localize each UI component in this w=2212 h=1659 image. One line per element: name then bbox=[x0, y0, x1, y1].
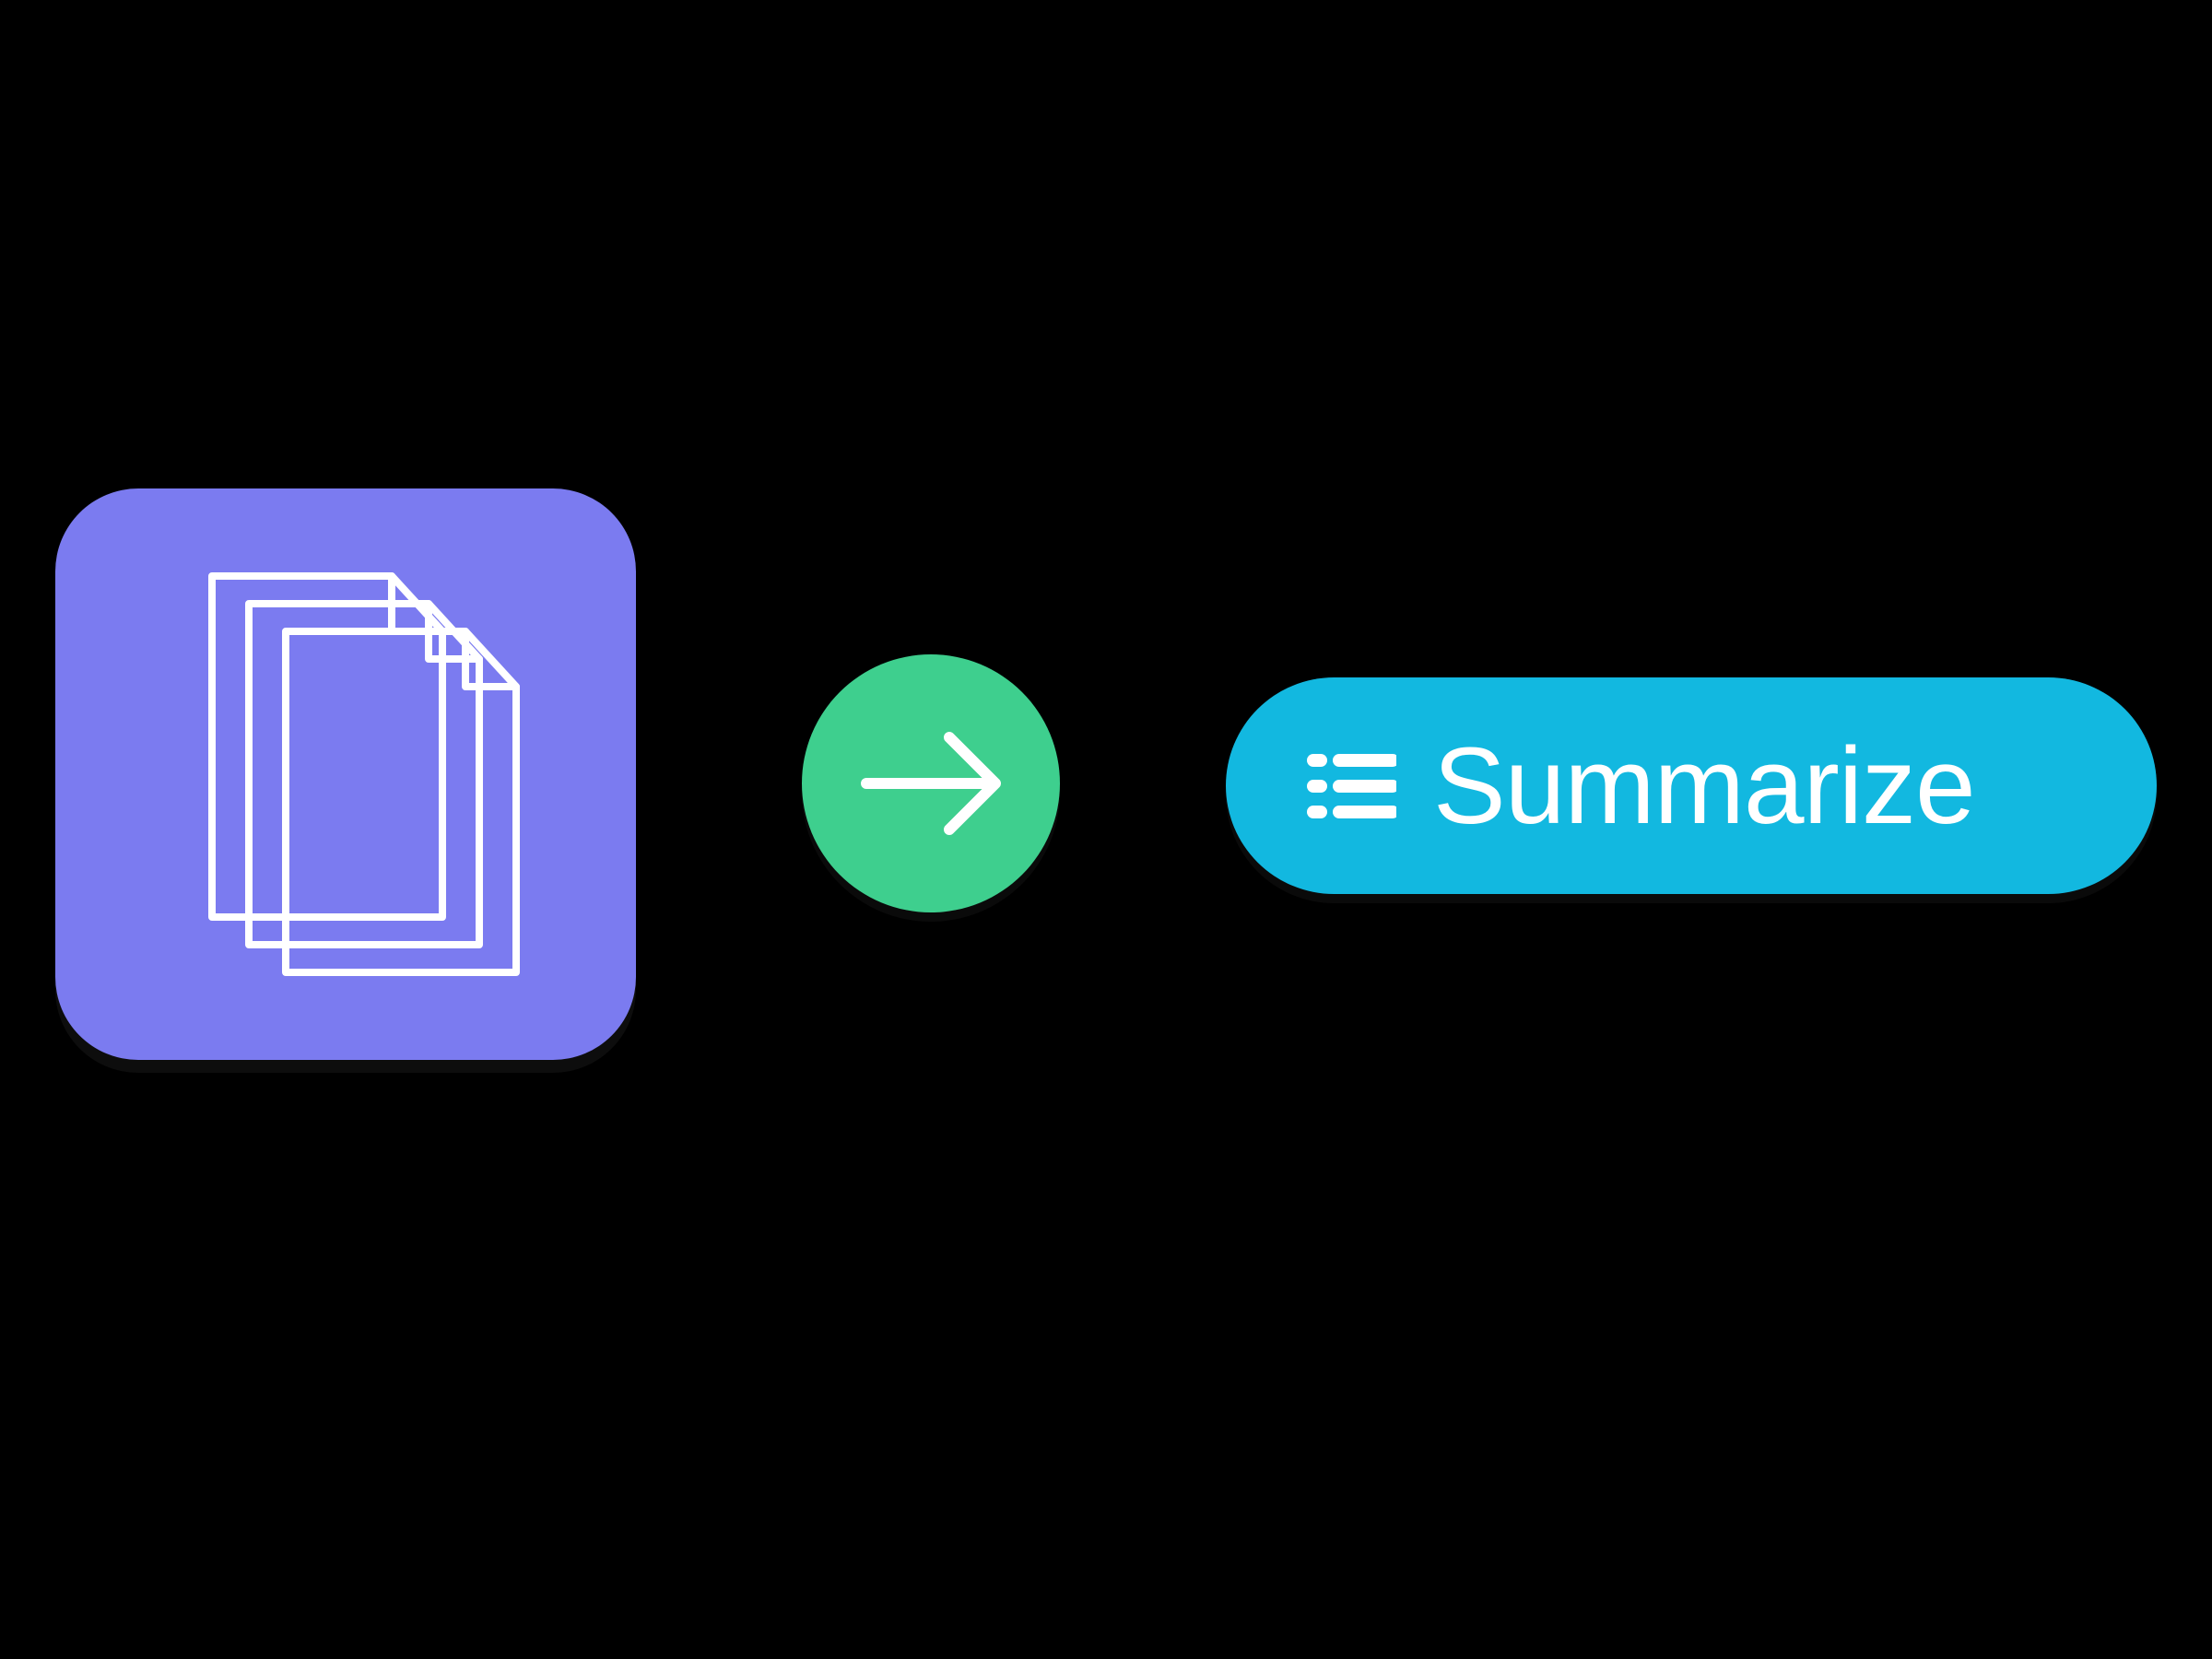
arrow-right-icon bbox=[802, 654, 1060, 912]
diagram-canvas: Summarize bbox=[0, 0, 2212, 1659]
summarize-button[interactable]: Summarize bbox=[1226, 677, 2157, 894]
documents-tile bbox=[55, 488, 636, 1060]
documents-stack-icon bbox=[55, 488, 636, 1060]
summarize-label: Summarize bbox=[1433, 732, 1975, 841]
arrow-step bbox=[802, 654, 1060, 912]
bullet-list-icon bbox=[1304, 740, 1396, 832]
